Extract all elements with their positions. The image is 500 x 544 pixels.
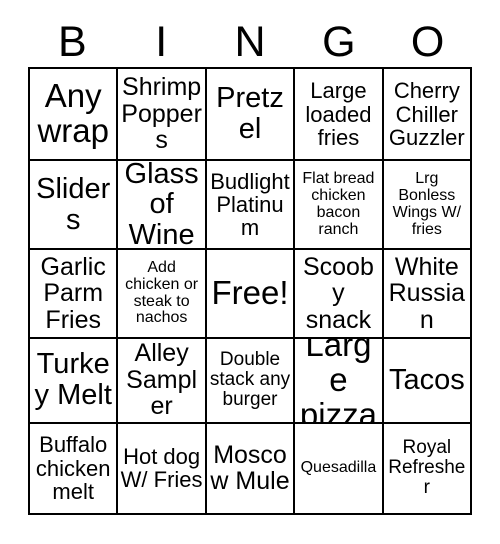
- bingo-cell-label: Pretzel: [216, 82, 284, 146]
- bingo-cell-label: Budlight Platinum: [210, 168, 290, 241]
- bingo-row: Turkey Melt Alley Sampler Double stack a…: [30, 338, 473, 424]
- bingo-cell-o1[interactable]: Cherry Chiller Guzzler: [383, 69, 473, 162]
- bingo-cell-label: Quesadilla: [300, 458, 377, 476]
- bingo-cell-label: Flat bread chicken bacon ranch: [302, 169, 375, 238]
- bingo-header-letter-b: B: [58, 17, 87, 66]
- bingo-cell-label: Scooby snack: [302, 252, 374, 334]
- bingo-cell-label: Garlic Parm Fries: [40, 252, 106, 334]
- bingo-row: Garlic Parm Fries Add chicken or steak t…: [30, 250, 473, 339]
- bingo-cell-label: Turkey Melt: [34, 348, 112, 412]
- bingo-cell-label: White Russian: [388, 252, 466, 334]
- bingo-cell-label: Moscow Mule: [210, 440, 290, 496]
- bingo-cell-b2[interactable]: Sliders: [30, 161, 119, 251]
- bingo-cell-n1[interactable]: Pretzel: [206, 69, 296, 162]
- bingo-cell-o5[interactable]: Royal Refresher: [383, 423, 473, 515]
- bingo-cell-b4[interactable]: Turkey Melt: [30, 338, 119, 424]
- bingo-free-space-label: Free!: [211, 274, 289, 312]
- bingo-cell-label: Large pizza: [299, 338, 377, 424]
- bingo-card: B I N G O Any wrap Shrimp Poppers Pretze…: [0, 0, 500, 544]
- bingo-cell-label: Tacos: [388, 363, 465, 396]
- bingo-cell-g5[interactable]: Quesadilla: [295, 423, 384, 515]
- bingo-cell-label: Lrg Bonless Wings W/ fries: [392, 169, 462, 238]
- bingo-cell-o4[interactable]: Tacos: [383, 338, 473, 424]
- bingo-cell-label: Royal Refresher: [388, 437, 466, 499]
- bingo-header-letter-n: N: [234, 17, 266, 66]
- bingo-cell-i1[interactable]: Shrimp Poppers: [118, 69, 207, 162]
- bingo-cell-label: Any wrap: [37, 77, 109, 150]
- bingo-cell-g3[interactable]: Scooby snack: [295, 250, 384, 339]
- bingo-cell-g1[interactable]: Large loaded fries: [295, 69, 384, 162]
- bingo-cell-i2[interactable]: Glass of Wine: [118, 161, 207, 251]
- bingo-cell-b3[interactable]: Garlic Parm Fries: [30, 250, 119, 339]
- bingo-cell-label: Sliders: [36, 173, 111, 236]
- bingo-cell-i5[interactable]: Hot dog W/ Fries: [118, 423, 207, 515]
- bingo-cell-n2[interactable]: Budlight Platinum: [206, 161, 296, 251]
- bingo-cell-i4[interactable]: Alley Sampler: [118, 338, 207, 424]
- bingo-cell-label: Glass of Wine: [124, 161, 199, 251]
- bingo-cell-g4[interactable]: Large pizza: [295, 338, 384, 424]
- bingo-cell-label: Double stack any burger: [209, 348, 291, 411]
- bingo-cell-b1[interactable]: Any wrap: [30, 69, 119, 162]
- bingo-cell-o3[interactable]: White Russian: [383, 250, 473, 339]
- bingo-cell-g2[interactable]: Flat bread chicken bacon ranch: [295, 161, 384, 251]
- bingo-cell-n5[interactable]: Moscow Mule: [206, 423, 296, 515]
- bingo-cell-label: Large loaded fries: [305, 78, 372, 150]
- bingo-cell-n4[interactable]: Double stack any burger: [206, 338, 296, 424]
- bingo-header-row: B I N G O: [28, 17, 472, 67]
- bingo-cell-label: Add chicken or steak to nachos: [125, 258, 199, 327]
- bingo-grid: Any wrap Shrimp Poppers Pretzel Large lo…: [28, 67, 473, 515]
- bingo-cell-label: Cherry Chiller Guzzler: [388, 78, 465, 150]
- bingo-cell-free-space[interactable]: Free!: [206, 250, 296, 339]
- bingo-header-letter-i: I: [155, 17, 168, 66]
- bingo-header-letter-g: G: [322, 17, 356, 66]
- bingo-cell-label: Shrimp Poppers: [121, 73, 202, 155]
- bingo-cell-label: Hot dog W/ Fries: [120, 444, 203, 493]
- bingo-cell-o2[interactable]: Lrg Bonless Wings W/ fries: [383, 161, 473, 251]
- bingo-header-letter-o: O: [410, 17, 445, 66]
- bingo-cell-b5[interactable]: Buffalo chicken melt: [30, 423, 119, 515]
- bingo-cell-label: Buffalo chicken melt: [35, 432, 111, 504]
- bingo-cell-i3[interactable]: Add chicken or steak to nachos: [118, 250, 207, 339]
- bingo-row: Sliders Glass of Wine Budlight Platinum …: [30, 161, 473, 251]
- bingo-row: Buffalo chicken melt Hot dog W/ Fries Mo…: [30, 423, 473, 515]
- bingo-row: Any wrap Shrimp Poppers Pretzel Large lo…: [30, 69, 473, 162]
- bingo-cell-label: Alley Sampler: [126, 339, 198, 421]
